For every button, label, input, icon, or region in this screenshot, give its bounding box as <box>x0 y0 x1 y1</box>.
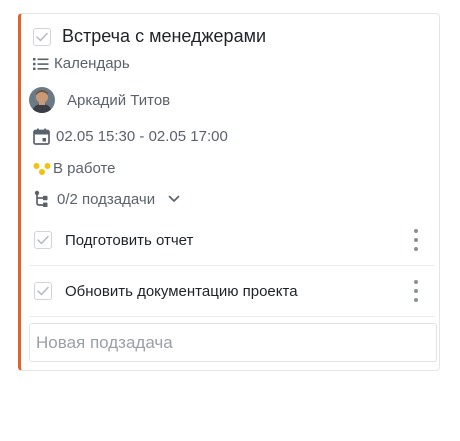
task-list-row: Календарь <box>33 55 439 72</box>
subtasks-header: 0/2 подзадачи <box>34 190 439 208</box>
task-card: Встреча с менеджерами Календарь Аркадий … <box>18 13 440 371</box>
more-options-icon[interactable] <box>413 280 419 302</box>
check-icon <box>36 32 48 41</box>
chevron-down-icon <box>168 195 180 202</box>
subtask-item[interactable]: Подготовить отчет <box>34 227 439 253</box>
subtasks-count: 0/2 подзадачи <box>57 190 156 208</box>
more-options-icon[interactable] <box>413 229 419 251</box>
check-icon <box>37 286 49 296</box>
task-header: Встреча с менеджерами <box>33 26 439 47</box>
calendar-icon <box>33 128 50 145</box>
subtasks-toggle[interactable]: 0/2 подзадачи <box>57 191 180 208</box>
subtask-label[interactable]: Обновить документацию проекта <box>65 283 298 300</box>
subtask-checkbox[interactable] <box>34 231 52 249</box>
task-title[interactable]: Встреча с менеджерами <box>62 26 266 47</box>
divider <box>29 316 435 317</box>
status-row: В работе <box>33 160 439 177</box>
task-checkbox[interactable] <box>33 27 51 46</box>
divider <box>29 265 435 266</box>
subtasks-icon <box>34 190 48 207</box>
subtask-checkbox[interactable] <box>34 282 52 300</box>
status-label[interactable]: В работе <box>53 160 116 177</box>
new-subtask-input[interactable] <box>29 323 437 362</box>
status-dots-icon <box>33 162 51 175</box>
list-icon <box>33 57 49 70</box>
assignee-row: Аркадий Титов <box>29 87 439 113</box>
date-row: 02.05 15:30 - 02.05 17:00 <box>33 128 439 145</box>
subtask-item[interactable]: Обновить документацию проекта <box>34 278 439 304</box>
date-range[interactable]: 02.05 15:30 - 02.05 17:00 <box>56 128 228 145</box>
list-name[interactable]: Календарь <box>54 55 130 72</box>
check-icon <box>37 235 49 245</box>
avatar[interactable] <box>29 87 55 113</box>
subtask-label[interactable]: Подготовить отчет <box>65 232 193 249</box>
assignee-name[interactable]: Аркадий Титов <box>67 92 170 109</box>
